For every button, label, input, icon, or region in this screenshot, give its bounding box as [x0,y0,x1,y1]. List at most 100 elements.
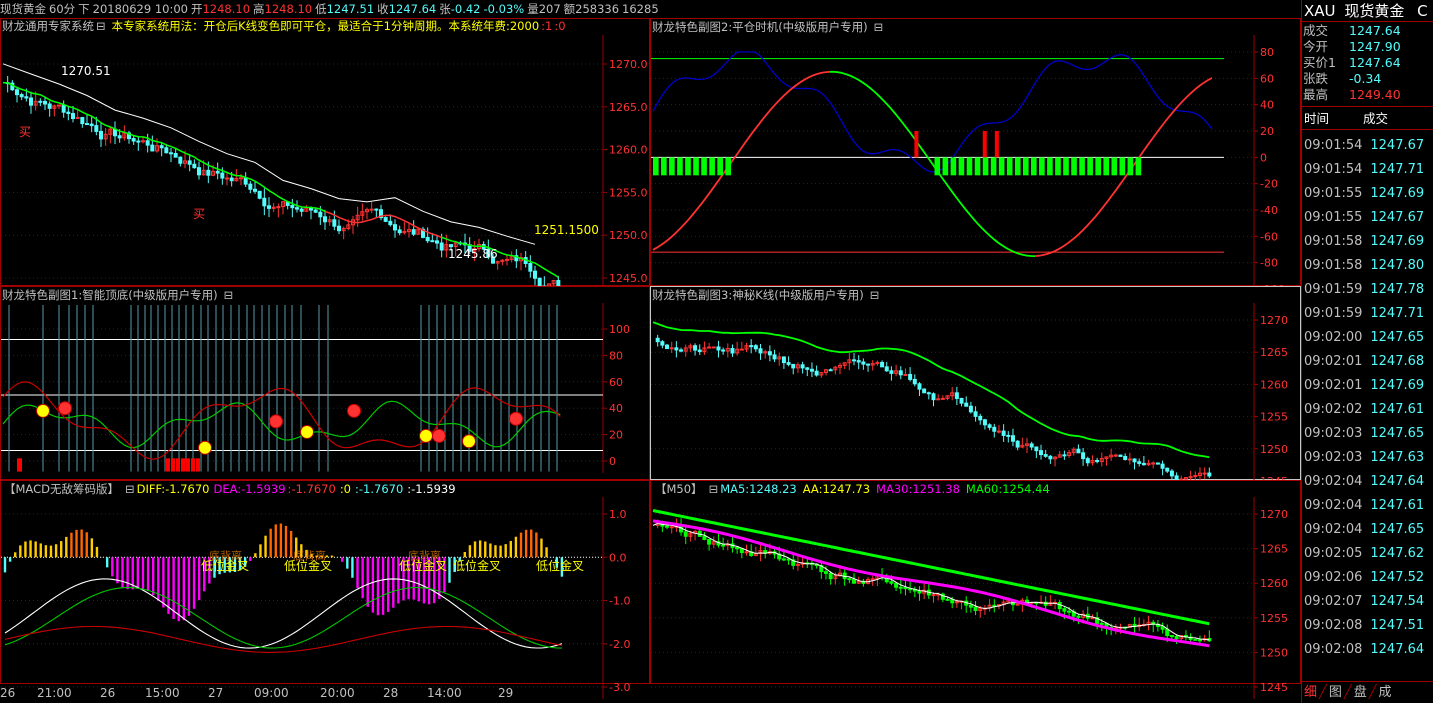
y-tick-label: 1245.0 [609,272,648,285]
signal-bar [1039,157,1045,176]
tab-chart[interactable]: 图 [1329,685,1342,700]
quote-panel: XAU 现货黄金 C 成交 1247.64 今开 1247.90 买价1 1247.64 张… [1301,0,1433,703]
y-tick-label: 0.0 [609,551,627,564]
tick-row[interactable]: 09:01:55 1247.69 [1302,182,1433,206]
tick-row[interactable]: 09:02:07 1247.54 [1302,590,1433,614]
signal-bar [693,157,699,176]
tick-row[interactable]: 09:02:01 1247.69 [1302,374,1433,398]
candle-body [94,125,99,132]
candle-body [29,97,33,106]
quote-row-value: 1249.40 [1349,87,1401,102]
y-tick-label: 1260.0 [609,144,648,157]
quote-row-value: -0.34 [1349,71,1382,86]
ticks-list[interactable]: 09:01:54 1247.67 09:01:54 1247.71 09:01:55 12… [1302,130,1433,662]
tick-price: 1247.65 [1370,330,1425,345]
tick-time: 09:01:59 [1304,306,1363,321]
tick-row[interactable]: 09:02:08 1247.51 [1302,614,1433,638]
tick-row[interactable]: 09:02:04 1247.64 [1302,470,1433,494]
tick-time: 09:01:54 [1304,162,1363,177]
y-tick-label: 1250 [1260,443,1288,456]
y-tick-label: 1270.0 [609,58,648,71]
subchart-1-panel[interactable]: 财龙特色副图1:智能顶底(中级版用户专用) ⊟ 100 80 60 40 20 0 [0,286,650,480]
y-tick-label: 0 [609,455,616,468]
subchart-2-panel[interactable]: 财龙特色副图2:平仓时机(中级版用户专用) ⊟ 80 60 40 20 0 -20 -40 -6… [650,18,1301,301]
tick-price: 1247.71 [1370,306,1425,321]
y-tick-label: 1255 [1260,411,1288,424]
y-tick-label: -40 [1260,204,1278,217]
candle-body [1099,622,1104,625]
quote-name: 现货黄金 [1344,2,1405,20]
candle-body [528,262,533,272]
candle-body [823,571,828,574]
tab-trades[interactable]: 成 [1379,685,1392,700]
candle-body [61,104,66,113]
candle-body [393,224,397,231]
subchart-3-panel[interactable]: 财龙特色副图3:神秘K线(中级版用户专用) ⊟ 1270 1265 1260 1255 1… [650,286,1301,493]
candle-body [1081,452,1086,460]
signal-bar [958,157,965,176]
buy-signal: 买 [193,207,205,221]
xaxis-label: 28 [383,686,399,700]
tab-book[interactable]: 盘 [1354,685,1367,700]
tick-row[interactable]: 09:02:03 1247.63 [1302,446,1433,470]
y-tick-label: 40 [609,402,623,415]
tick-row[interactable]: 09:02:00 1247.65 [1302,326,1433,350]
candle-body [908,373,913,380]
tick-row[interactable]: 09:01:59 1247.78 [1302,278,1433,302]
tick-row[interactable]: 09:02:02 1247.61 [1302,398,1433,422]
signal-bar [1103,157,1110,176]
tick-row[interactable]: 09:01:54 1247.71 [1302,158,1433,182]
candle-body [1095,459,1100,463]
candle-body [852,578,857,584]
tab-detail[interactable]: 细 [1304,685,1317,700]
bottom-bar [171,458,175,472]
candle-body [1085,458,1090,464]
high-value: 1248.10 [264,2,313,16]
y-tick-label: 40 [1260,99,1274,112]
candle-body [1048,455,1053,460]
candle-body [964,402,969,407]
macd-panel[interactable]: 【MACD无敌筹码版】 ⊟ DIFF:-1.7670 DEA:-1.5939:-1.7… [0,480,650,699]
candle-body [702,535,707,541]
candle-body [239,177,243,180]
candle-body [323,216,327,223]
signal-bar [942,157,949,176]
candle-body [954,392,959,399]
candle-body [425,236,430,242]
candle-body [75,117,80,120]
candle-body [159,145,164,149]
tick-row[interactable]: 09:01:58 1247.69 [1302,230,1433,254]
tick-row[interactable]: 09:02:08 1247.64 [1302,638,1433,662]
tick-row[interactable]: 09:02:04 1247.61 [1302,494,1433,518]
candle-body [295,207,299,210]
bottom-bar [176,458,180,472]
candle-body [781,356,786,364]
tick-row[interactable]: 09:02:01 1247.68 [1302,350,1433,374]
tick-row[interactable]: 09:02:06 1247.52 [1302,566,1433,590]
macd-top-label: 底背离 [209,548,242,562]
candle-body [730,348,735,354]
ma60-line [652,509,1210,626]
macd-chart-svg: 1.00.0-1.0-2.0-3.0低位金叉 低位金叉 低位金叉 低位金叉 低位金叉底背… [1,497,630,699]
main-kline-panel[interactable]: 财龙通用专家系统 ⊟ 本专家系统用法：开仓后K线变色即可平仓，最适合于1分钟周期。本… [0,18,650,292]
y-tick-label: -1.0 [609,595,630,608]
tick-time: 09:01:55 [1304,186,1363,201]
tick-row[interactable]: 09:02:03 1247.65 [1302,422,1433,446]
candle-body [800,364,805,369]
tick-row[interactable]: 09:02:04 1247.65 [1302,518,1433,542]
tick-price: 1247.51 [1370,618,1425,633]
candle-body [996,430,1001,433]
ma-panel[interactable]: 【M50】 ⊟ MA5:1248.23 AA:1247.73 MA30:1251.38 M… [650,480,1301,699]
tick-price: 1247.54 [1370,594,1425,609]
tick-row[interactable]: 09:01:59 1247.71 [1302,302,1433,326]
tick-row[interactable]: 09:01:58 1247.80 [1302,254,1433,278]
tick-row[interactable]: 09:01:54 1247.67 [1302,134,1433,158]
diff-line [4,578,563,649]
tick-row[interactable]: 09:02:05 1247.62 [1302,542,1433,566]
candle-body [707,346,712,349]
signal-bar [653,157,659,176]
candle-body [852,359,857,362]
tick-row[interactable]: 09:01:55 1247.67 [1302,206,1433,230]
candle-body [781,558,786,561]
header-symbol: 现货黄金 [0,2,46,16]
